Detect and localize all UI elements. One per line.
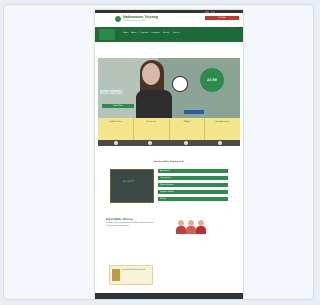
price-badge: 22.90 <box>200 68 224 92</box>
hero-secondary-button[interactable] <box>184 110 204 114</box>
feature-icon <box>114 141 118 145</box>
person-icon <box>186 220 196 234</box>
feature-item: Qualified Tutors <box>98 118 134 140</box>
site-tagline: The Math Learning Center <box>123 20 147 22</box>
nav-item-locations[interactable]: Locations <box>151 32 160 34</box>
nav-item-about[interactable]: About <box>131 32 136 34</box>
feature-item: One on One <box>134 118 170 140</box>
section-heading: How does Maths Tutoring work? <box>153 161 185 163</box>
nav-item-results[interactable]: Results <box>163 32 170 34</box>
feature-icon <box>148 141 152 145</box>
call-button[interactable]: Call Now <box>205 16 239 20</box>
footer <box>95 293 243 299</box>
webpage-thumbnail[interactable]: Mathnasium Tutoring The Math Learning Ce… <box>95 10 243 299</box>
step-item[interactable]: Progress Reports <box>158 190 228 194</box>
features-strip: Qualified Tutors One on One All Ages Fre… <box>98 118 240 140</box>
nav-item-programs[interactable]: Programs <box>140 32 149 34</box>
step-item[interactable]: Weekly Sessions <box>158 183 228 187</box>
site-logo-text[interactable]: Mathnasium Tutoring <box>123 15 158 19</box>
step-item[interactable]: Results <box>158 197 228 201</box>
step-item[interactable]: Learning Plan <box>158 176 228 180</box>
book-icon <box>112 269 120 281</box>
feature-icon <box>184 141 188 145</box>
promo-box[interactable]: Free Maths Workbook Download <box>109 265 153 285</box>
logo-row: Mathnasium Tutoring The Math Learning Ce… <box>95 13 243 27</box>
clock-icon <box>172 76 188 92</box>
logo-icon <box>115 16 121 22</box>
chalkboard-text: x² + y = ? <box>123 180 134 183</box>
nav-items: Home About Programs Locations Results Co… <box>123 32 179 34</box>
hero-person-face <box>142 63 160 85</box>
main-nav: Home About Programs Locations Results Co… <box>95 27 243 42</box>
students-image <box>176 220 206 234</box>
chalkboard-image: x² + y = ? <box>110 169 154 203</box>
feature-icon <box>218 141 222 145</box>
nav-badge-icon <box>99 29 115 40</box>
icon-bar <box>98 140 240 146</box>
section-title: Expert Maths Tutoring <box>106 218 133 221</box>
feature-item: Free Assessment <box>215 121 230 123</box>
preview-card: Mathnasium Tutoring The Math Learning Ce… <box>3 4 314 300</box>
hero-subline: FOR ALL YEAR LEVELS <box>100 93 123 95</box>
feature-item: All Ages <box>170 118 206 140</box>
section-text: Our maths tutors help students build con… <box>106 223 154 227</box>
promo-text: Free Maths Workbook Download <box>122 270 146 271</box>
book-now-button[interactable]: Book Now <box>102 104 134 108</box>
hero-banner[interactable]: 22.90 MATHS TUTORING FOR ALL YEAR LEVELS… <box>98 58 240 118</box>
person-icon <box>176 220 186 234</box>
step-item[interactable]: Assessment <box>158 169 228 173</box>
steps-list: Assessment Learning Plan Weekly Sessions… <box>158 169 228 204</box>
nav-item-home[interactable]: Home <box>123 32 128 34</box>
hero-headline: MATHS TUTORING FOR ALL YEAR LEVELS <box>100 90 158 102</box>
nav-item-contact[interactable]: Contact <box>172 32 179 34</box>
person-icon <box>196 220 206 234</box>
